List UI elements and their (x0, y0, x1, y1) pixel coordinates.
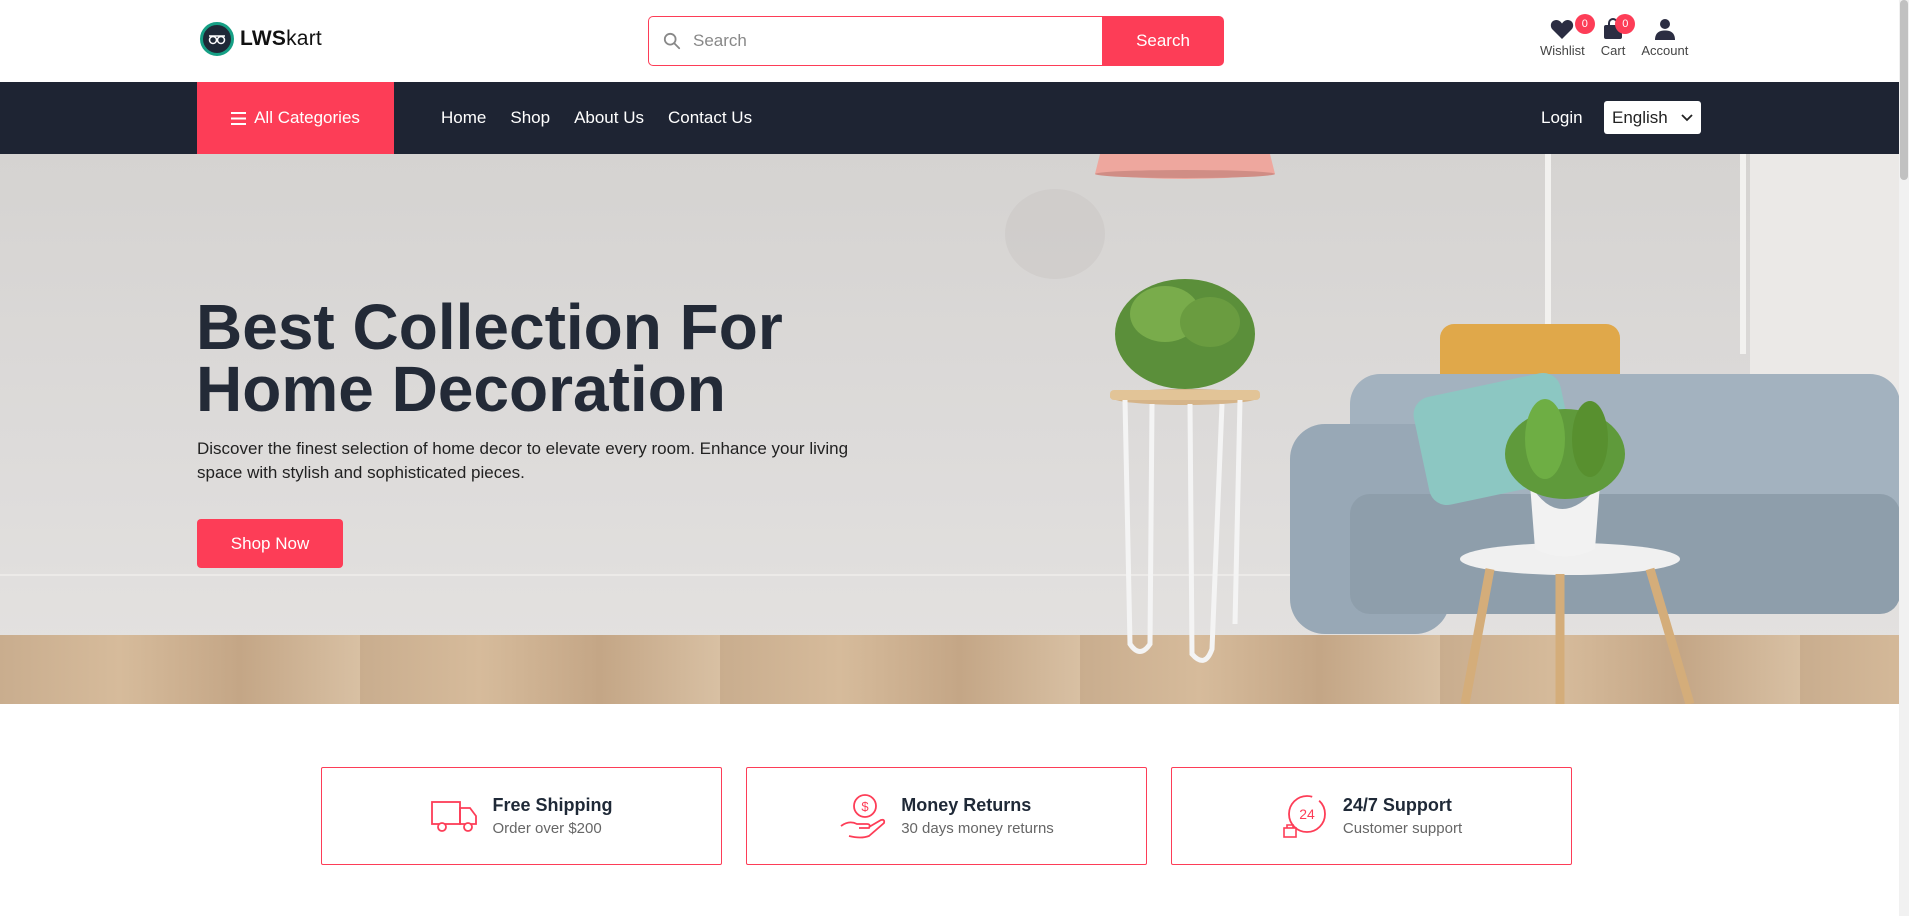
search-icon (663, 32, 681, 50)
feature-subtitle: Customer support (1342, 820, 1463, 837)
features-row: Free Shipping Order over $200 $ Money Re… (321, 767, 1572, 865)
shop-now-button[interactable]: Shop Now (197, 519, 343, 568)
logo-text: LWSkart (240, 27, 322, 50)
all-categories-label: All Categories (254, 108, 360, 127)
header-icons: 0 Wishlist 0 Cart Account (1540, 14, 1688, 58)
chevron-down-icon (1681, 113, 1693, 121)
hero-description: Discover the finest selection of home de… (197, 439, 849, 482)
account-link[interactable]: Account (1641, 18, 1688, 58)
delivery-truck-icon (431, 801, 478, 832)
cart-count-badge: 0 (1615, 14, 1636, 34)
main-navbar: All Categories Home Shop About Us Contac… (0, 82, 1899, 154)
language-value: English (1612, 107, 1668, 127)
feature-subtitle: Order over $200 (492, 820, 602, 837)
hero-banner: Best Collection For Home Decoration Disc… (0, 154, 1899, 704)
nav-link-contact-us[interactable]: Contact Us (668, 108, 752, 128)
money-return-icon: $ (840, 794, 886, 839)
language-select[interactable]: English (1604, 101, 1701, 134)
nav-link-home[interactable]: Home (441, 108, 486, 128)
nav-link-about-us[interactable]: About Us (574, 108, 644, 128)
cart-link[interactable]: 0 Cart (1600, 14, 1636, 58)
nav-link-shop[interactable]: Shop (510, 108, 550, 128)
scrollbar-thumb[interactable] (1900, 0, 1908, 180)
search-input[interactable] (693, 31, 1073, 51)
wishlist-count-badge: 0 (1574, 14, 1595, 34)
feature-title: 24/7 Support (1342, 795, 1452, 815)
search-bar: Search (648, 16, 1224, 66)
site-logo[interactable]: LWSkart (200, 22, 322, 56)
feature-card: $ Money Returns 30 days money returns (746, 767, 1147, 865)
logo-icon (200, 22, 234, 56)
hero-title: Best Collection For Home Decoration (196, 295, 783, 421)
page-scrollbar[interactable] (1899, 0, 1909, 916)
wishlist-link[interactable]: 0 Wishlist (1540, 14, 1595, 58)
feature-title: Money Returns (901, 795, 1032, 815)
feature-title: Free Shipping (492, 795, 613, 815)
nav-links: Home Shop About Us Contact Us (441, 82, 752, 154)
feature-card: Free Shipping Order over $200 (321, 767, 722, 865)
feature-subtitle: 30 days money returns (901, 820, 1054, 837)
site-header: LWSkart Search 0 Wishlist 0 Cart (0, 0, 1899, 82)
search-button[interactable]: Search (1102, 16, 1224, 66)
menu-icon (231, 111, 247, 125)
heart-icon (1551, 19, 1574, 39)
support-24-icon: 24 (1283, 795, 1326, 838)
svg-text:24: 24 (1299, 806, 1315, 822)
all-categories-button[interactable]: All Categories (197, 82, 394, 154)
account-label: Account (1641, 43, 1689, 58)
svg-text:$: $ (862, 799, 870, 814)
cart-label: Cart (1600, 43, 1626, 58)
search-box (648, 16, 1102, 66)
feature-card: 24 24/7 Support Customer support (1171, 767, 1572, 865)
user-icon (1654, 19, 1675, 40)
hero-title-line-2: Home Decoration (196, 353, 726, 425)
wishlist-label: Wishlist (1540, 43, 1585, 58)
login-link[interactable]: Login (1541, 82, 1583, 154)
hero-living-room-image (1005, 154, 1899, 704)
